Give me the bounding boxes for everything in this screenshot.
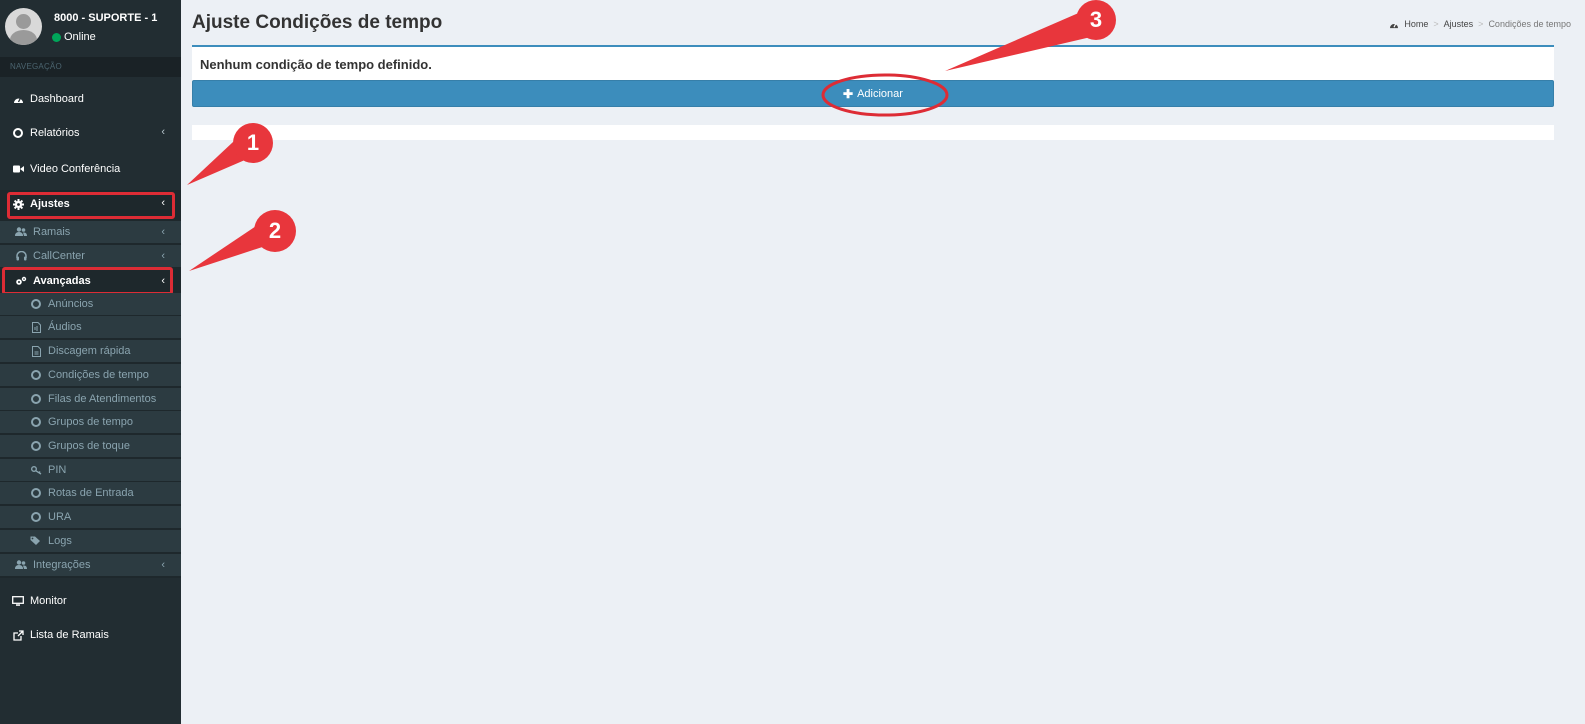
sidebar-item-condicoes-de-tempo[interactable]: Condições de tempo <box>0 364 181 386</box>
sidebar-item-label: PIN <box>48 464 67 476</box>
avatar[interactable] <box>5 8 42 45</box>
headset-icon <box>15 250 27 262</box>
add-button-label: Adicionar <box>857 87 903 100</box>
callout-number-2: 2 <box>268 218 282 243</box>
breadcrumb: Home > Ajustes > Condições de tempo <box>1389 19 1571 29</box>
breadcrumb-separator: > <box>1478 19 1484 29</box>
sidebar-item-label: Integrações <box>33 559 91 571</box>
empty-state-box: Nenhum condição de tempo definido. <box>192 45 1554 81</box>
dashboard-icon <box>1389 20 1399 29</box>
annotation-highlight-ajustes <box>7 192 175 219</box>
external-link-icon <box>12 629 24 641</box>
chevron-left-icon: ‹ <box>161 226 165 238</box>
user-panel: 8000 - SUPORTE - 1 Online <box>0 0 181 54</box>
file-icon <box>30 345 42 357</box>
key-icon <box>30 464 42 476</box>
sidebar-item-pin[interactable]: PIN <box>0 459 181 481</box>
callout-number-3: 3 <box>1089 7 1103 32</box>
chevron-left-icon: ‹ <box>161 126 165 138</box>
circle-icon <box>30 393 42 405</box>
sidebar-item-label: Ramais <box>33 226 71 238</box>
sidebar-item-relatorios[interactable]: Relatórios ‹ <box>0 116 181 150</box>
sidebar-item-label: Condições de tempo <box>48 369 149 381</box>
annotation-highlight-avancadas <box>2 267 173 295</box>
user-status: Online <box>52 31 96 43</box>
content-header: Ajuste Condições de tempo <box>192 12 442 34</box>
sidebar-item-ura[interactable]: URA <box>0 506 181 528</box>
circle-icon <box>30 416 42 428</box>
desktop-icon <box>12 595 24 607</box>
sidebar-item-ramais[interactable]: Ramais ‹ <box>0 221 181 243</box>
sidebar-item-integracoes[interactable]: Integrações ‹ <box>0 554 181 576</box>
sidebar-item-label: Grupos de tempo <box>48 416 133 428</box>
sidebar-item-lista-de-ramais[interactable]: Lista de Ramais <box>0 618 181 652</box>
circle-icon <box>12 127 24 139</box>
sidebar-item-label: Logs <box>48 535 72 547</box>
sidebar-item-label: Rotas de Entrada <box>48 487 134 499</box>
sidebar-item-anuncios[interactable]: Anúncios <box>0 293 181 315</box>
sidebar-item-label: Dashboard <box>30 93 84 105</box>
sidebar-item-label: Monitor <box>30 595 67 607</box>
circle-icon <box>30 440 42 452</box>
users-icon <box>15 226 27 238</box>
nav-header: NAVEGAÇÃO <box>0 57 181 77</box>
online-status-icon <box>52 32 61 42</box>
sidebar-item-audios[interactable]: Áudios <box>0 316 181 338</box>
sidebar-item-rotas-de-entrada[interactable]: Rotas de Entrada <box>0 482 181 504</box>
sidebar-item-label: Relatórios <box>30 127 80 139</box>
annotation-overlay <box>187 0 1116 271</box>
callout-number-1: 1 <box>246 130 260 155</box>
video-camera-icon <box>12 163 24 175</box>
breadcrumb-ajustes[interactable]: Ajustes <box>1444 19 1474 29</box>
sidebar-item-monitor[interactable]: Monitor <box>0 584 181 618</box>
breadcrumb-separator: > <box>1433 19 1439 29</box>
circle-icon <box>30 298 42 310</box>
sidebar-item-label: URA <box>48 511 72 523</box>
sidebar-item-label: Grupos de toque <box>48 440 130 452</box>
sidebar-item-label: Áudios <box>48 321 82 333</box>
sidebar-item-logs[interactable]: Logs <box>0 530 181 552</box>
sidebar-item-label: Discagem rápida <box>48 345 131 357</box>
sidebar-item-discagem-rapida[interactable]: Discagem rápida <box>0 340 181 362</box>
audio-file-icon <box>30 321 42 333</box>
breadcrumb-current: Condições de tempo <box>1488 19 1571 29</box>
sidebar-item-label: Video Conferência <box>30 163 121 175</box>
content-panel <box>192 125 1554 140</box>
circle-icon <box>30 369 42 381</box>
circle-icon <box>30 511 42 523</box>
sidebar-item-label: Anúncios <box>48 298 94 310</box>
plus-icon: ✚ <box>843 86 854 101</box>
sidebar-item-callcenter[interactable]: CallCenter ‹ <box>0 245 181 267</box>
users-icon <box>15 559 27 571</box>
circle-icon <box>30 487 42 499</box>
breadcrumb-home[interactable]: Home <box>1404 19 1428 29</box>
empty-state-message: Nenhum condição de tempo definido. <box>200 57 432 72</box>
sidebar-item-grupos-de-toque[interactable]: Grupos de toque <box>0 435 181 457</box>
sidebar-item-filas-de-atendimentos[interactable]: Filas de Atendimentos <box>0 388 181 410</box>
sidebar: 8000 - SUPORTE - 1 Online NAVEGAÇÃO Dash… <box>0 0 181 724</box>
chevron-left-icon: ‹ <box>161 250 165 262</box>
page-title: Ajuste Condições de tempo <box>192 12 443 33</box>
user-name: 8000 - SUPORTE - 1 <box>54 12 158 24</box>
sidebar-item-label: Lista de Ramais <box>30 629 109 641</box>
sidebar-item-video-conferencia[interactable]: Video Conferência <box>0 152 181 186</box>
sidebar-item-grupos-de-tempo[interactable]: Grupos de tempo <box>0 411 181 433</box>
chevron-left-icon: ‹ <box>161 559 165 571</box>
tags-icon <box>30 535 42 547</box>
add-button[interactable]: ✚ Adicionar <box>192 80 1554 107</box>
sidebar-item-dashboard[interactable]: Dashboard <box>0 82 181 116</box>
sidebar-item-label: Filas de Atendimentos <box>48 393 157 405</box>
user-status-label: Online <box>64 31 96 43</box>
sidebar-item-label: CallCenter <box>33 250 85 262</box>
dashboard-icon <box>12 93 24 105</box>
